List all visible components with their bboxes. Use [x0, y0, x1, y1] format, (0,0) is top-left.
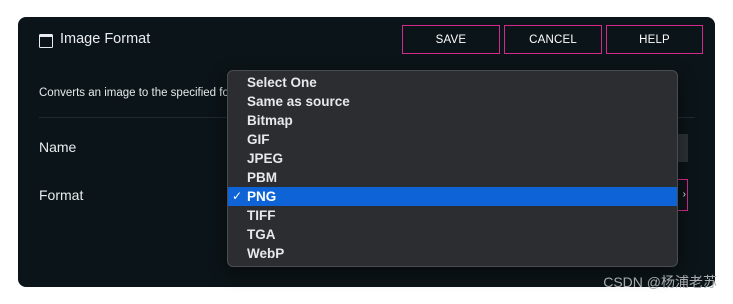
format-option-label: TIFF [247, 208, 276, 223]
format-option[interactable]: JPEG [228, 149, 677, 168]
help-button[interactable]: HELP [606, 25, 703, 54]
format-option[interactable]: GIF [228, 130, 677, 149]
format-option-label: JPEG [247, 151, 284, 166]
format-option-label: PBM [247, 170, 277, 185]
format-option[interactable]: TIFF [228, 206, 677, 225]
watermark: CSDN @杨浦老苏 [603, 274, 717, 290]
format-label: Format [39, 187, 84, 203]
format-option-label: Same as source [247, 94, 350, 109]
dialog-title: Image Format [60, 31, 151, 47]
format-option[interactable]: PBM [228, 168, 677, 187]
format-option[interactable]: WebP [228, 244, 677, 263]
format-option-label: Bitmap [247, 113, 293, 128]
checkmark-icon: ✓ [232, 189, 243, 203]
format-option[interactable]: Same as source [228, 92, 677, 111]
format-option-label: Select One [247, 75, 317, 90]
window-icon [39, 34, 53, 48]
save-button[interactable]: SAVE [402, 25, 500, 54]
name-input[interactable] [678, 134, 688, 162]
format-option-label: WebP [247, 246, 285, 261]
format-option-label: PNG [247, 189, 277, 204]
format-option-label: GIF [247, 132, 270, 147]
format-select[interactable]: › [678, 179, 688, 211]
format-dropdown-menu: Select One Same as source Bitmap GIF JPEG PBM… [227, 70, 678, 267]
cancel-button[interactable]: CANCEL [504, 25, 602, 54]
format-option[interactable]: Bitmap [228, 111, 677, 130]
dialog-description: Converts an image to the specified forma… [39, 87, 229, 99]
format-option[interactable]: ✓ PNG [228, 187, 677, 206]
format-option[interactable]: Select One [228, 73, 677, 92]
format-option[interactable]: TGA [228, 225, 677, 244]
name-label: Name [39, 139, 77, 155]
dialog-header: Image Format SAVE CANCEL HELP [18, 17, 715, 65]
format-option-label: TGA [247, 227, 276, 242]
